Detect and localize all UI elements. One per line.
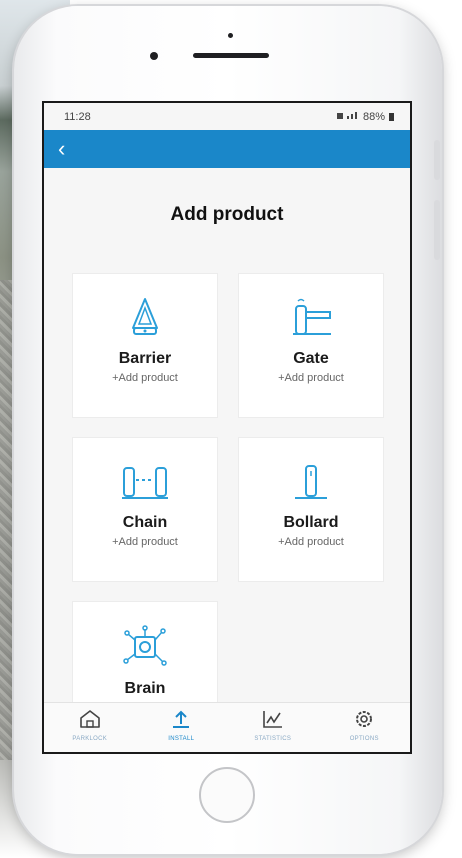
bottom-tab-bar: PARKLOCK INSTALL STATISTICS OPTIONS [44,702,410,752]
status-time: 11:28 [64,110,91,123]
tab-install[interactable]: INSTALL [136,703,228,752]
battery-percent: 88% [362,110,385,123]
product-name: Bollard [283,514,339,531]
phone-camera [150,52,158,60]
app-bar: ‹ [44,130,410,168]
product-card-barrier[interactable]: Barrier +Add product [72,273,218,418]
chart-icon [262,711,282,728]
tab-options[interactable]: OPTIONS [319,703,411,752]
product-name: Barrier [118,350,172,367]
phone-side-button [434,200,440,260]
brain-icon [123,625,167,666]
add-product-link[interactable]: +Add product [239,372,383,384]
tab-label: PARKLOCK [72,736,108,742]
product-card-bollard[interactable]: Bollard +Add product [238,437,384,582]
app-screen: 11:28 88% ‹ Add product Barrier +Add pro… [42,101,412,754]
tab-label: OPTIONS [349,736,379,742]
product-name: Brain [124,680,166,697]
signal-icon [336,110,359,123]
gate-icon [293,298,331,335]
add-product-link[interactable]: +Add product [239,536,383,548]
gear-icon [356,711,373,727]
back-chevron-icon[interactable]: ‹ [58,138,65,160]
product-name: Chain [122,514,168,531]
phone-side-button [434,140,440,180]
tab-label: STATISTICS [254,736,292,742]
home-icon [79,710,100,728]
product-card-gate[interactable]: Gate +Add product [238,273,384,418]
page-title: Add product [170,204,284,225]
phone-speaker [193,53,269,58]
bollard-icon [295,465,327,499]
upload-icon [173,710,190,728]
add-product-link[interactable]: +Add product [73,536,217,548]
tab-label: INSTALL [168,736,195,742]
tab-parklock[interactable]: PARKLOCK [44,703,136,752]
product-name: Gate [293,350,329,367]
tab-statistics[interactable]: STATISTICS [227,703,319,752]
status-indicators: 88% [336,110,394,123]
status-bar: 11:28 88% [44,103,410,130]
add-product-link[interactable]: +Add product [73,372,217,384]
chain-icon [122,467,168,499]
product-card-chain[interactable]: Chain +Add product [72,437,218,582]
phone-sensor [228,33,233,38]
battery-icon [389,112,394,121]
phone-home-button[interactable] [199,767,255,823]
barrier-icon [132,298,158,335]
